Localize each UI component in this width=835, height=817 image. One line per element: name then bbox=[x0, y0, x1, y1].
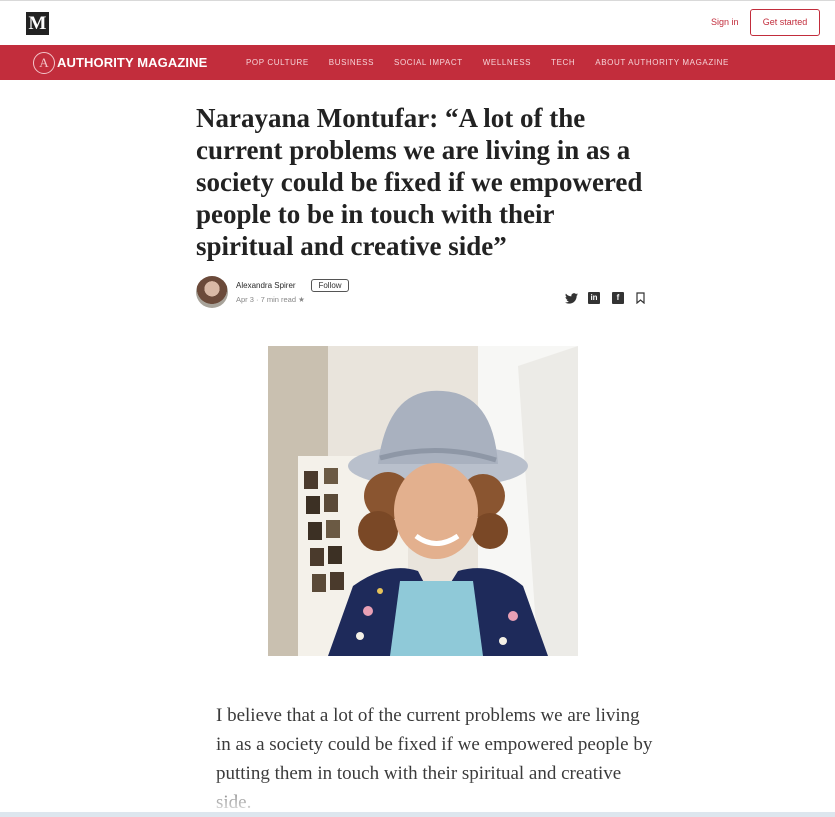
authority-magazine-logo-icon[interactable]: A bbox=[33, 52, 55, 74]
nav-item-about[interactable]: ABOUT AUTHORITY MAGAZINE bbox=[595, 58, 729, 67]
bottom-bar bbox=[0, 812, 835, 817]
content-fade bbox=[0, 776, 835, 812]
facebook-icon[interactable]: f bbox=[611, 291, 625, 305]
linkedin-glyph: in bbox=[588, 292, 600, 304]
publication-nav: A AUTHORITY MAGAZINE POP CULTURE BUSINES… bbox=[0, 45, 835, 80]
facebook-glyph: f bbox=[612, 292, 624, 304]
bookmark-icon[interactable] bbox=[633, 291, 647, 305]
nav-item-social-impact[interactable]: SOCIAL IMPACT bbox=[394, 58, 463, 67]
top-bar: M Sign in Get started bbox=[0, 1, 835, 45]
twitter-icon[interactable] bbox=[564, 291, 578, 305]
nav-item-business[interactable]: BUSINESS bbox=[329, 58, 374, 67]
author-name[interactable]: Alexandra Spirer bbox=[236, 281, 296, 290]
linkedin-icon[interactable]: in bbox=[587, 291, 601, 305]
get-started-button[interactable]: Get started bbox=[750, 9, 820, 36]
publication-name[interactable]: AUTHORITY MAGAZINE bbox=[57, 55, 207, 70]
nav-item-wellness[interactable]: WELLNESS bbox=[483, 58, 531, 67]
nav-item-pop-culture[interactable]: POP CULTURE bbox=[246, 58, 309, 67]
nav-items: POP CULTURE BUSINESS SOCIAL IMPACT WELLN… bbox=[246, 58, 729, 67]
article-title: Narayana Montufar: “A lot of the current… bbox=[196, 103, 643, 261]
article-meta: Apr 3 · 7 min read ★ bbox=[236, 295, 305, 304]
follow-button[interactable]: Follow bbox=[311, 279, 349, 292]
medium-logo[interactable]: M bbox=[26, 12, 49, 35]
nav-item-tech[interactable]: TECH bbox=[551, 58, 575, 67]
author-avatar[interactable] bbox=[196, 276, 228, 308]
hero-image bbox=[268, 346, 578, 656]
sign-in-link[interactable]: Sign in bbox=[711, 17, 739, 27]
